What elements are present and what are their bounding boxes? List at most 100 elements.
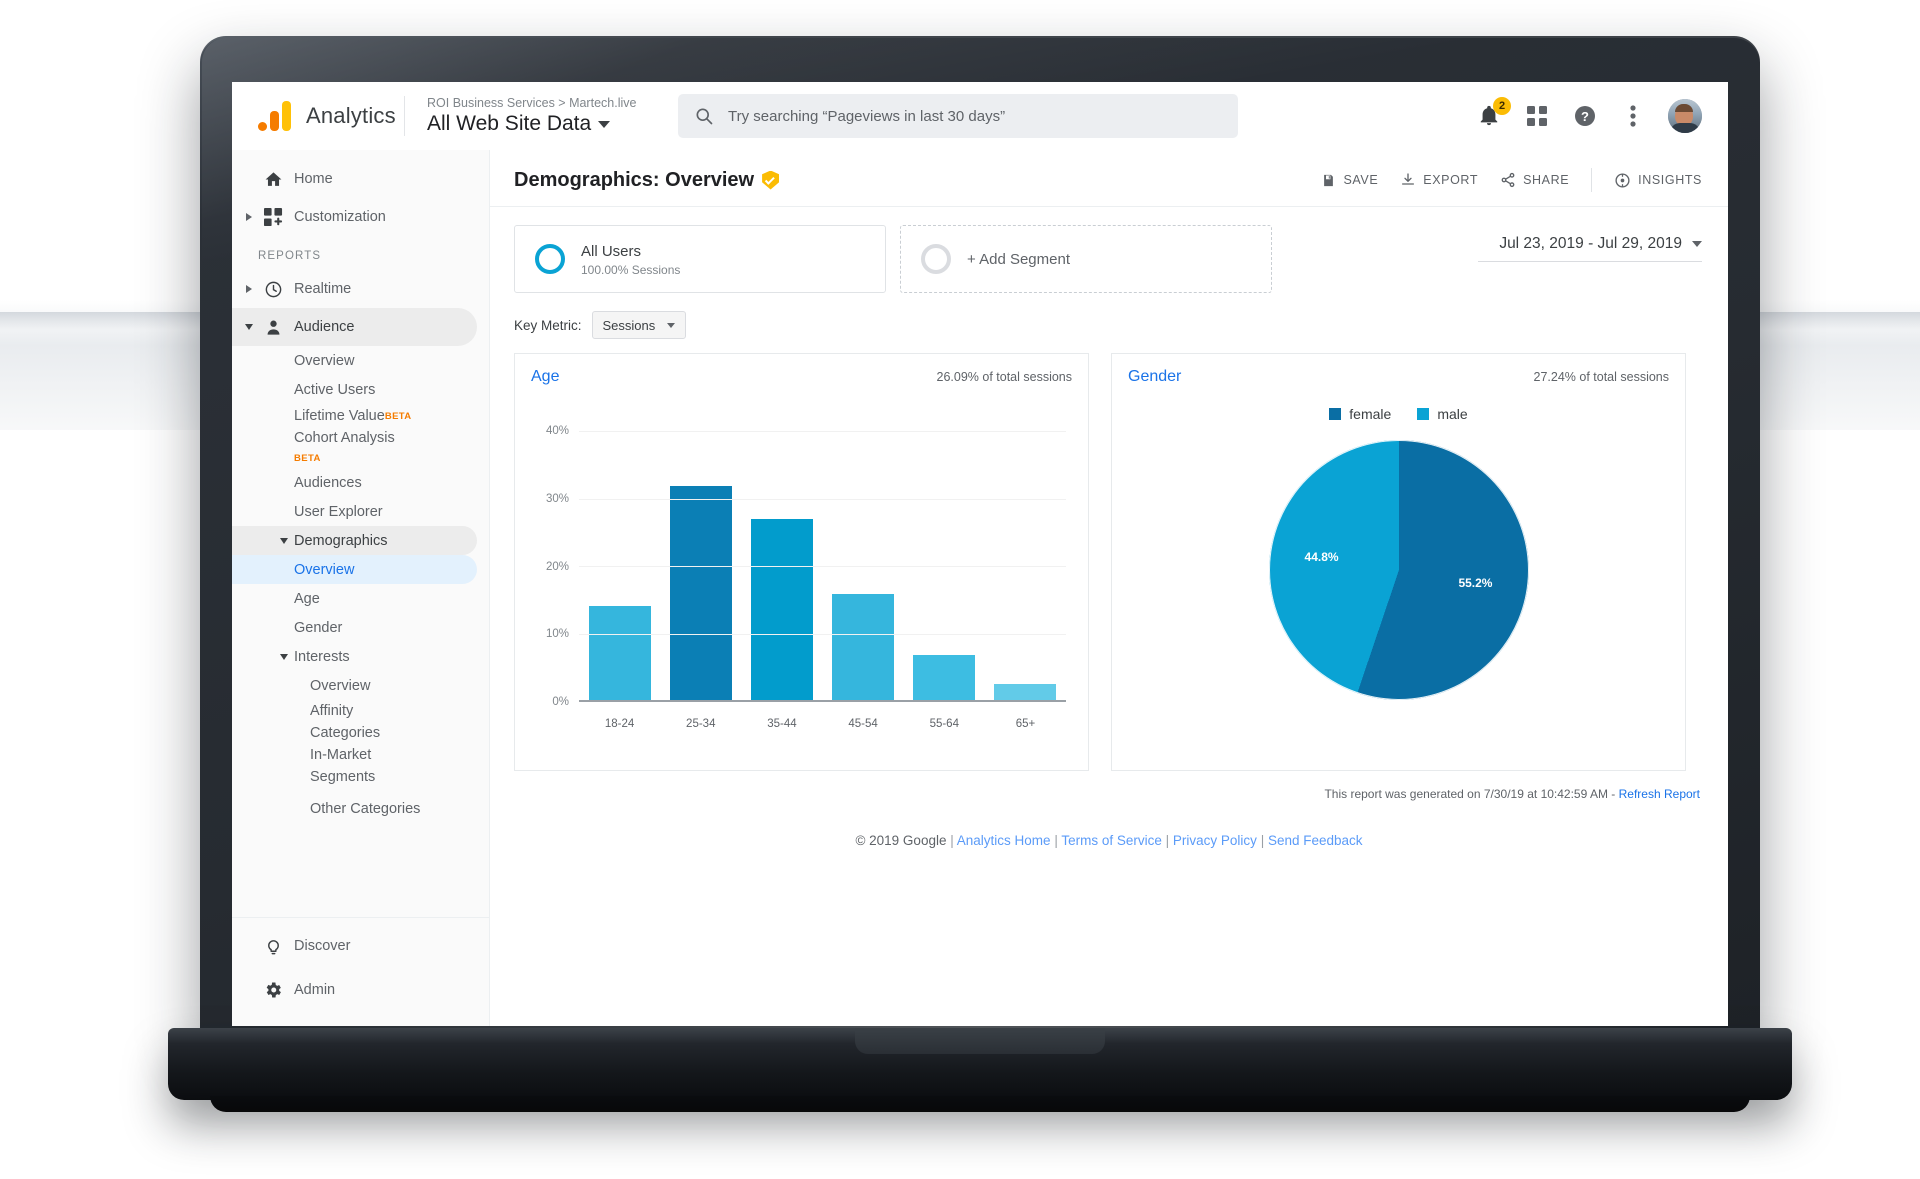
laptop-base-foot bbox=[210, 1096, 1750, 1112]
sidebar-item-affinity[interactable]: Affinity bbox=[232, 700, 477, 722]
gender-chart-title[interactable]: Gender bbox=[1128, 368, 1181, 386]
help-circle-icon[interactable]: ? bbox=[1572, 103, 1598, 129]
sidebar-item-other-categories[interactable]: Other Categories bbox=[232, 794, 477, 823]
legend-item[interactable]: female bbox=[1329, 406, 1391, 422]
search-input[interactable] bbox=[728, 107, 1222, 125]
chevron-right-icon bbox=[242, 213, 256, 221]
refresh-report-link[interactable]: Refresh Report bbox=[1619, 787, 1700, 801]
export-download-icon bbox=[1402, 173, 1415, 185]
google-analytics-logo-icon bbox=[258, 101, 292, 131]
search-bar[interactable] bbox=[678, 94, 1238, 138]
page-header: Demographics: Overview SAVE EXPORT SHARE… bbox=[490, 150, 1728, 207]
gender-pie-chart[interactable] bbox=[1268, 440, 1529, 700]
bar[interactable] bbox=[832, 594, 895, 702]
chevron-down-icon bbox=[280, 653, 288, 660]
sidebar-item-label: Realtime bbox=[294, 281, 352, 297]
sidebar-item-label: Age bbox=[294, 590, 320, 607]
sidebar-item-demographics[interactable]: Demographics bbox=[232, 526, 477, 555]
page-title-text: Demographics: Overview bbox=[514, 168, 755, 191]
main-content: Demographics: Overview SAVE EXPORT SHARE… bbox=[490, 150, 1728, 1026]
segment-all-users[interactable]: All Users 100.00% Sessions bbox=[514, 225, 886, 293]
notifications-bell-icon[interactable]: 2 bbox=[1476, 97, 1511, 129]
more-vertical-icon[interactable] bbox=[1620, 103, 1646, 129]
chevron-down-icon bbox=[598, 120, 611, 128]
gender-pie-wrap: 55.2% 44.8% bbox=[1268, 440, 1529, 700]
key-metric-select[interactable]: Sessions bbox=[591, 311, 687, 339]
brand-area[interactable]: Analytics bbox=[232, 101, 400, 131]
sidebar-item-categories[interactable]: Categories bbox=[232, 722, 477, 744]
sidebar-item-customization[interactable]: Customization bbox=[232, 198, 477, 236]
gender-chart-card: Gender 27.24% of total sessions female ma… bbox=[1111, 353, 1686, 771]
legend-label: male bbox=[1437, 406, 1468, 422]
sidebar-item-audience-overview[interactable]: Overview bbox=[232, 346, 477, 375]
sidebar-item-label: User Explorer bbox=[294, 503, 383, 520]
sidebar-item-label: Interests bbox=[294, 648, 350, 665]
sidebar-item-demographics-gender[interactable]: Gender bbox=[232, 613, 477, 642]
key-metric-label: Key Metric: bbox=[514, 317, 582, 333]
date-range-value-row[interactable]: Jul 23, 2019 - Jul 29, 2019 bbox=[1499, 235, 1702, 253]
footer-link-privacy[interactable]: Privacy Policy bbox=[1173, 833, 1257, 848]
sidebar-item-lifetime-value[interactable]: Lifetime Value BETA bbox=[232, 404, 477, 428]
divider: | bbox=[1260, 833, 1268, 848]
home-icon bbox=[256, 170, 290, 189]
charts-row: Age 26.09% of total sessions 0% 10% 20% 30%… bbox=[490, 353, 1728, 771]
sidebar-item-cohort-analysis[interactable]: Cohort Analysis bbox=[232, 428, 477, 448]
footer-link-feedback[interactable]: Send Feedback bbox=[1268, 833, 1363, 848]
sidebar-item-discover[interactable]: Discover bbox=[232, 924, 477, 968]
sidebar-item-demographics-overview[interactable]: Overview bbox=[232, 555, 477, 584]
page-title: Demographics: Overview bbox=[514, 168, 780, 192]
sidebar-item-user-explorer[interactable]: User Explorer bbox=[232, 497, 477, 526]
age-chart-title[interactable]: Age bbox=[531, 368, 559, 386]
sidebar-item-interests[interactable]: Interests bbox=[232, 642, 477, 671]
bar[interactable] bbox=[669, 486, 732, 702]
bar[interactable] bbox=[588, 605, 651, 702]
pie-slice-label-male: 44.8% bbox=[1304, 550, 1339, 565]
footer-link-terms[interactable]: Terms of Service bbox=[1061, 833, 1162, 848]
app-footer: © 2019 Google | Analytics Home | Terms o… bbox=[490, 801, 1728, 848]
sidebar-item-label: Categories bbox=[310, 725, 381, 741]
share-button[interactable]: SHARE bbox=[1500, 172, 1569, 188]
save-icon bbox=[1324, 174, 1334, 186]
save-label: SAVE bbox=[1343, 173, 1379, 187]
sidebar-item-label: Lifetime Value bbox=[294, 408, 385, 424]
report-generated-text: This report was generated on 7/30/19 at … bbox=[1324, 787, 1619, 801]
property-view-selector[interactable]: All Web Site Data bbox=[427, 112, 654, 136]
sidebar-item-interests-overview[interactable]: Overview bbox=[232, 671, 477, 700]
x-axis-tick-label: 45-54 bbox=[848, 718, 878, 730]
insights-button[interactable]: INSIGHTS bbox=[1614, 172, 1702, 189]
sidebar-item-label: Cohort Analysis bbox=[294, 430, 395, 446]
sidebar-item-active-users[interactable]: Active Users bbox=[232, 375, 477, 404]
sidebar-item-in-market[interactable]: In-Market bbox=[232, 744, 477, 766]
gender-card-header: Gender 27.24% of total sessions bbox=[1112, 354, 1685, 386]
account-selector[interactable]: ROI Business Services > Martech.live All… bbox=[404, 96, 654, 136]
bar[interactable] bbox=[750, 518, 813, 702]
sidebar-item-label: Audiences bbox=[294, 474, 362, 491]
sidebar-item-segments[interactable]: Segments bbox=[232, 766, 477, 788]
gender-legend: female male bbox=[1112, 406, 1685, 422]
gridline: 40% bbox=[546, 425, 1066, 437]
legend-swatch bbox=[1417, 408, 1430, 420]
date-range-picker[interactable]: Jul 23, 2019 - Jul 29, 2019 bbox=[1478, 225, 1702, 262]
sidebar-item-label: Audience bbox=[294, 319, 355, 335]
export-button[interactable]: EXPORT bbox=[1400, 172, 1478, 188]
sidebar-item-home[interactable]: Home bbox=[232, 160, 477, 198]
footer-link-analytics-home[interactable]: Analytics Home bbox=[957, 833, 1051, 848]
apps-grid-icon[interactable] bbox=[1524, 103, 1550, 129]
add-segment-button[interactable]: + Add Segment bbox=[900, 225, 1272, 293]
bar[interactable] bbox=[913, 654, 976, 702]
legend-label: female bbox=[1349, 406, 1392, 422]
y-axis-tick-label: 30% bbox=[545, 493, 569, 505]
customization-icon bbox=[256, 207, 290, 227]
y-axis-tick-label: 10% bbox=[545, 628, 569, 641]
sidebar-item-realtime[interactable]: Realtime bbox=[232, 270, 477, 308]
sidebar-item-cohort-analysis-beta: BETA bbox=[232, 448, 477, 468]
user-avatar[interactable] bbox=[1668, 99, 1702, 133]
sidebar-item-demographics-age[interactable]: Age bbox=[232, 584, 477, 613]
legend-item[interactable]: male bbox=[1417, 406, 1468, 422]
save-button[interactable]: SAVE bbox=[1321, 173, 1378, 188]
sidebar-item-audience[interactable]: Audience bbox=[232, 308, 477, 346]
bar-column bbox=[579, 412, 660, 702]
sidebar-item-admin[interactable]: Admin bbox=[232, 968, 477, 1012]
sidebar-item-audiences[interactable]: Audiences bbox=[232, 468, 477, 497]
gridline: 0% bbox=[552, 696, 1066, 708]
